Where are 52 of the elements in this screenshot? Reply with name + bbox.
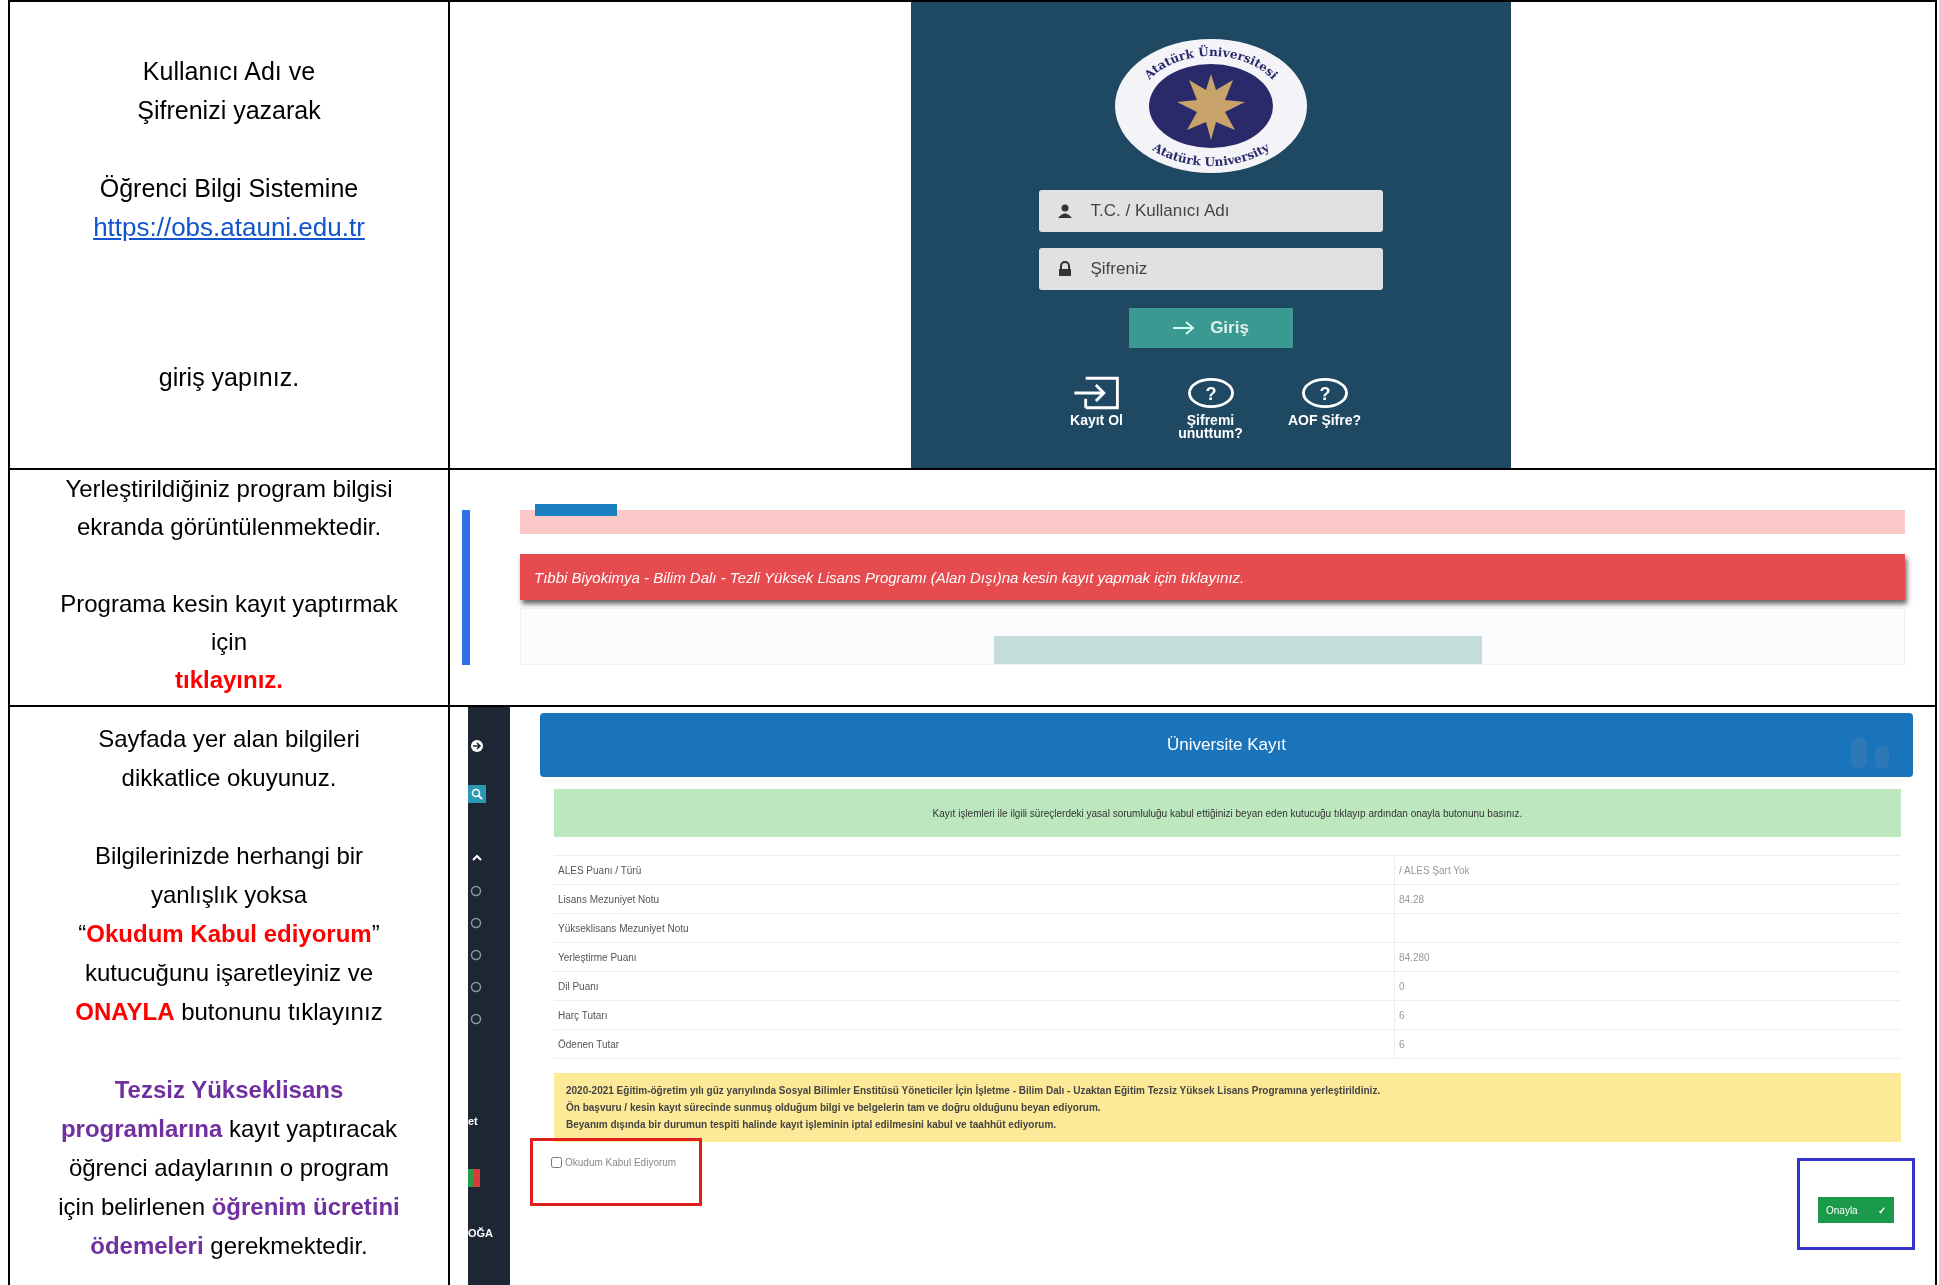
instruction-text: Öğrenci Bilgi Sistemine https://obs.atauni.edu.tr (93, 173, 365, 244)
declaration-text: Beyanım dışında bir durumun tespiti halinde kayıt işleminin iptal edilmesini kabul ve taahhüt ediyorum. (566, 1119, 1058, 1130)
table-cell-text: 84.280 (1398, 951, 1430, 963)
flag-icon (468, 1169, 480, 1187)
info-notice: Kayıt işlemleri ile ilgili süreçlerdeki yasal sorumluluğu kabul ettiğinizi beyan eden kutucuğu tıklayıp ardından onayla butonunu basınız. (554, 789, 1901, 837)
table-cell-text: 0 (1398, 980, 1405, 992)
declaration-text: 2020-2021 Eğitim-öğretim yılı güz yarıyılında Sosyal Bilimler Enstitüsü Yöneticiler İçin İşletme - Bilim Dalı - Uzaktan Eğitim Tezsiz Yüksek Lisans Programına yerleştirildiniz. (566, 1085, 1382, 1096)
confirm-button[interactable]: Onayla ✓ (1818, 1197, 1894, 1223)
instruction-text: Bilgilerinizde herhangi bir yanlışlık yoksa “Okudum Kabul ediyorum” kutucuğunu işaretleyiniz ve ONAYLA butonunu tıklayınız (75, 841, 383, 1027)
instruction-text: Programa kesin kayıt yaptırmak için tıklayınız. (60, 589, 398, 695)
menu-item-icon[interactable] (470, 949, 482, 961)
arrow-right-icon (1172, 321, 1197, 335)
sign-out-icon[interactable] (470, 739, 484, 753)
declaration-text: Ön başvuru / kesin kayıt sürecinde sunmuş olduğum bilgi ve belgelerin tam ve doğru olduğunu beyan ediyorum. (566, 1102, 1102, 1113)
menu-item-icon[interactable] (470, 917, 482, 929)
table-cell-text: 6 (1398, 1038, 1405, 1050)
table-cell-text: 84.28 (1398, 893, 1425, 905)
table-cell-text: Lisans Mezuniyet Notu (557, 893, 661, 905)
sidebar-text: et (468, 1115, 478, 1127)
checkbox-label: Okudum Kabul Ediyorum (565, 1157, 677, 1168)
login-link[interactable]: Kayıt Ol (1050, 376, 1143, 440)
table-cell-text: Ödenen Tutar (557, 1038, 621, 1050)
table-cell-text: ALES Puanı / Türü (557, 864, 643, 876)
menu-item-icon[interactable] (470, 885, 482, 897)
lock-icon (1056, 261, 1073, 277)
table-cell-text: Yerleştirme Puanı (557, 951, 638, 963)
sidebar-text: OĞA (468, 1227, 494, 1239)
menu-item-icon[interactable] (470, 1013, 482, 1025)
search-icon[interactable] (468, 785, 486, 803)
login-link[interactable]: ? AOF Şifre? (1278, 376, 1371, 440)
table-cell-text: Yükseklisans Mezuniyet Notu (557, 922, 690, 934)
instruction-text: Kullanıcı Adı ve Şifrenizi yazarak (137, 56, 321, 126)
login-link[interactable]: ? Şifremi unuttum? (1164, 376, 1257, 440)
sign-in-icon (1071, 376, 1122, 410)
instruction-text: giriş yapınız. (158, 362, 300, 393)
accept-checkbox[interactable] (551, 1157, 562, 1168)
table-cell-text: 6 (1398, 1009, 1405, 1021)
table-cell-text: Dil Puanı (557, 980, 600, 992)
instruction-text: Yerleştirildiğiniz program bilgisi ekranda görüntülenmektedir. (65, 474, 393, 542)
username-field[interactable]: T.C. / Kullanıcı Adı (1038, 190, 1383, 232)
user-icon (1056, 203, 1073, 219)
table-cell-text: Harç Tutarı (557, 1009, 609, 1021)
url-link[interactable]: https://obs.atauni.edu.tr (93, 212, 365, 242)
instruction-text: Sayfada yer alan bilgileri dikkatlice okuyunuz. (98, 724, 360, 793)
table-cell-text: / ALES Şart Yok (1398, 864, 1470, 876)
password-field[interactable]: Şifreniz (1038, 248, 1383, 290)
page-title: Üniversite Kayıt (1166, 735, 1286, 755)
menu-item-icon[interactable] (470, 981, 482, 993)
registration-banner[interactable]: Tıbbi Biyokimya - Bilim Dalı - Tezli Yüksek Lisans Programı (Alan Dışı)na kesin kayıt yapmak için tıklayınız. (520, 554, 1905, 600)
instruction-text: Tezsiz Yükseklisans programlarına kayıt yaptıracak öğrenci adaylarının o program için belirlenen öğrenim ücretini ödemeleri gerekmektedir. (58, 1075, 400, 1261)
question-icon: ? (1185, 376, 1236, 410)
question-icon: ? (1299, 376, 1350, 410)
